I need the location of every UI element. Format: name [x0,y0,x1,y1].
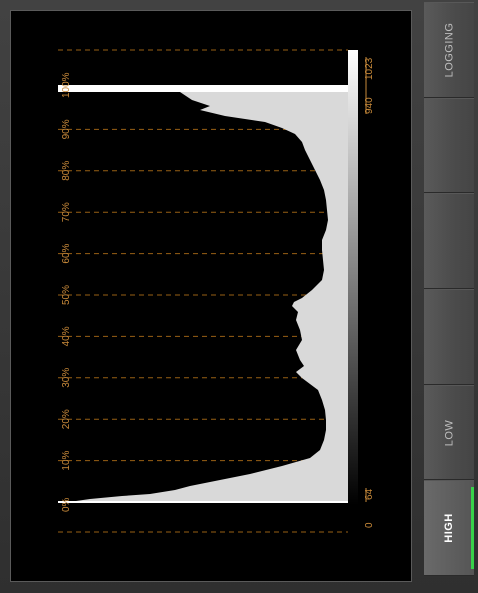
percent-label: 60% [61,243,72,263]
gray-scale-ramp [348,50,358,505]
active-indicator [471,487,474,570]
percent-label: 10% [61,450,72,470]
side-button-blank3[interactable] [424,289,474,385]
percent-label: 80% [61,161,72,181]
code-low-label: 0 [364,522,375,528]
percent-label: 40% [61,326,72,346]
percent-label: 90% [61,119,72,139]
side-button-label: LOW [443,419,455,446]
histogram-fill [76,92,348,501]
percent-label: 20% [61,409,72,429]
percent-label: 70% [61,202,72,222]
side-button-label: LOGGING [443,22,455,78]
side-button-low[interactable]: LOW [424,384,474,481]
side-button-logging[interactable]: LOGGING [424,2,474,98]
percent-label: 100% [61,72,72,98]
percent-axis: 0% 10% 20% 30% 40% 50% 60% 70% 80% 90% 100% [61,72,72,512]
histogram-display: 0%10%20%30%40%50%60%70%80%90%100% 0 64 9… [58,49,375,533]
side-button-high[interactable]: HIGH [424,480,474,577]
side-button-label: HIGH [443,513,455,543]
percent-label: 50% [61,285,72,305]
clip-marker-100 [58,85,348,92]
side-button-bar: LOGGING LOW HIGH [424,2,474,577]
percent-label: 0% [61,497,72,512]
clip-marker-0 [58,501,348,503]
percent-label: 30% [61,368,72,388]
side-button-blank2[interactable] [424,193,474,290]
side-button-blank1[interactable] [424,97,474,194]
